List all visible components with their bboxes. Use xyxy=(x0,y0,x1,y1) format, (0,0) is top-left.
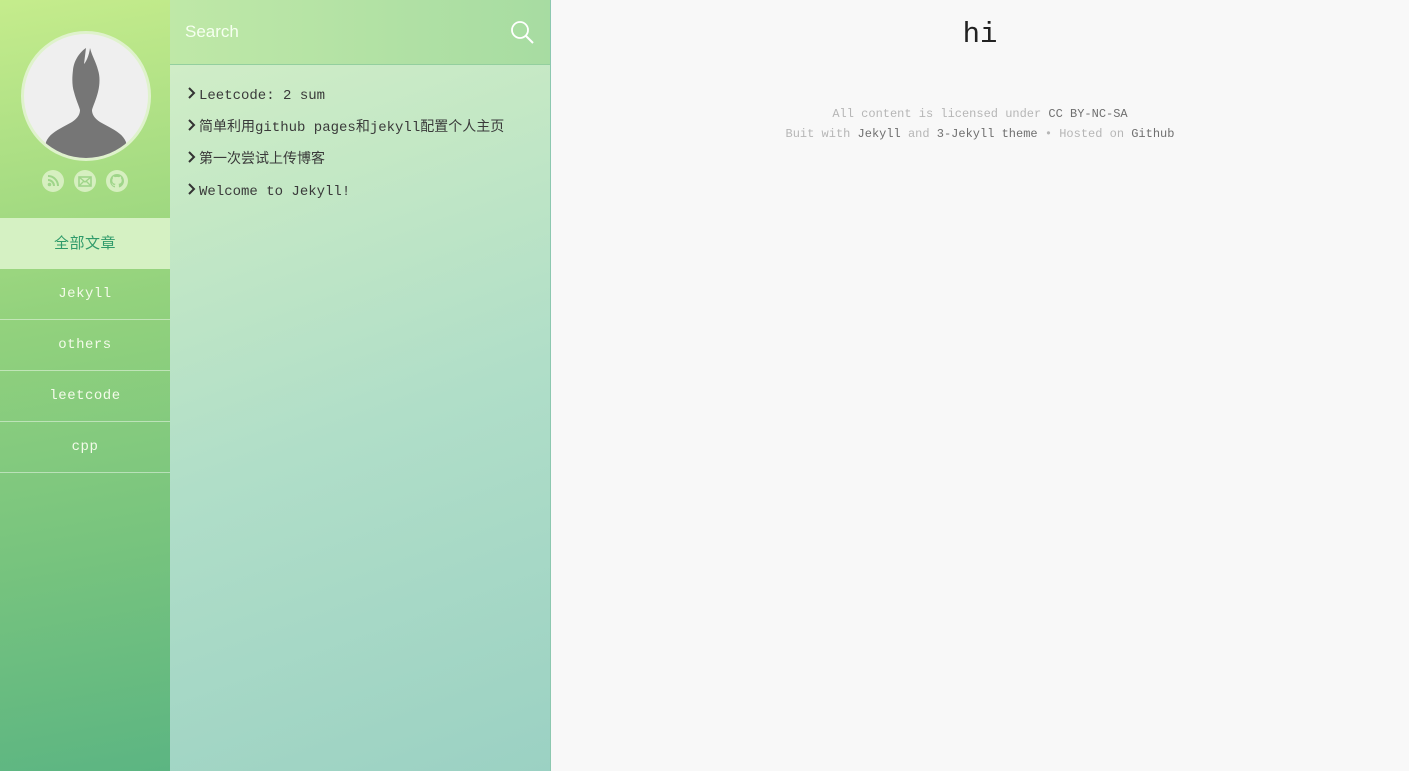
nav-item-all-posts[interactable]: 全部文章 xyxy=(0,218,170,269)
footer: All content is licensed under CC BY-NC-S… xyxy=(551,104,1409,144)
post-title: 简单利用github pages和jekyll配置个人主页 xyxy=(199,120,505,136)
category-nav: 全部文章 Jekyll others leetcode cpp xyxy=(0,218,170,473)
chevron-right-icon xyxy=(188,87,196,99)
search-input[interactable] xyxy=(185,16,505,48)
license-line: All content is licensed under CC BY-NC-S… xyxy=(551,104,1409,124)
post-title: 第一次尝试上传博客 xyxy=(199,152,325,168)
license-prefix: All content is licensed under xyxy=(832,107,1042,121)
list-item[interactable]: Leetcode: 2 sum xyxy=(185,80,545,112)
nav-item-leetcode[interactable]: leetcode xyxy=(0,371,170,422)
post-list-pane: Leetcode: 2 sum 简单利用github pages和jekyll配… xyxy=(170,0,551,771)
built-with-line: Buit with Jekyll and 3-Jekyll theme • Ho… xyxy=(551,124,1409,144)
chevron-right-icon xyxy=(188,119,196,131)
main-content: hi All content is licensed under CC BY-N… xyxy=(551,0,1409,771)
default-user-icon xyxy=(44,48,128,158)
post-list: Leetcode: 2 sum 简单利用github pages和jekyll配… xyxy=(185,80,545,208)
avatar[interactable] xyxy=(21,31,151,161)
list-item[interactable]: Welcome to Jekyll! xyxy=(185,176,545,208)
post-title: Welcome to Jekyll! xyxy=(199,184,351,200)
social-links xyxy=(0,170,170,194)
list-item[interactable]: 第一次尝试上传博客 xyxy=(185,144,545,176)
email-icon[interactable] xyxy=(74,170,96,192)
page-title: hi xyxy=(962,18,998,51)
nav-item-jekyll[interactable]: Jekyll xyxy=(0,269,170,320)
search-bar xyxy=(170,0,550,65)
jekyll-link[interactable]: Jekyll xyxy=(858,127,901,141)
hosted-text: • Hosted on xyxy=(1044,127,1125,141)
github-link[interactable]: Github xyxy=(1131,127,1174,141)
list-item[interactable]: 简单利用github pages和jekyll配置个人主页 xyxy=(185,112,545,144)
search-icon[interactable] xyxy=(510,20,534,44)
nav-item-cpp[interactable]: cpp xyxy=(0,422,170,473)
chevron-right-icon xyxy=(188,151,196,163)
theme-link[interactable]: 3-Jekyll theme xyxy=(937,127,1038,141)
and-text: and xyxy=(907,127,930,141)
rss-icon[interactable] xyxy=(42,170,64,192)
chevron-right-icon xyxy=(188,183,196,195)
sidebar: 全部文章 Jekyll others leetcode cpp xyxy=(0,0,170,771)
license-link[interactable]: CC BY-NC-SA xyxy=(1048,107,1127,121)
post-title: Leetcode: 2 sum xyxy=(199,88,326,104)
nav-item-others[interactable]: others xyxy=(0,320,170,371)
github-icon[interactable] xyxy=(106,170,128,192)
built-prefix: Buit with xyxy=(785,127,851,141)
